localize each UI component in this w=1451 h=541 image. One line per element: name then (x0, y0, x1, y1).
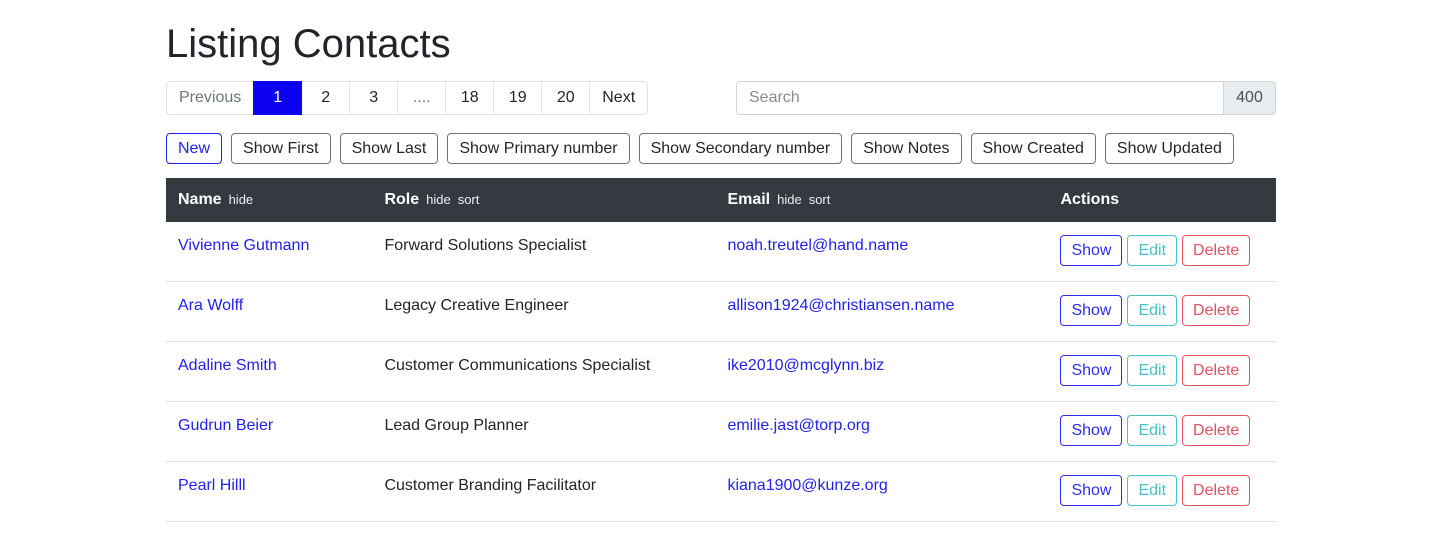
contact-email-cell: allison1924@christiansen.name (715, 282, 1048, 342)
contact-role: Legacy Creative Engineer (372, 282, 715, 342)
contact-email-link[interactable]: allison1924@christiansen.name (727, 297, 954, 314)
row-actions: ShowEditDelete (1048, 282, 1276, 342)
column-label: Role (384, 191, 419, 208)
show-button[interactable]: Show (1060, 295, 1122, 326)
top-row: Previous123....181920Next 400 (166, 81, 1276, 115)
search-count-badge: 400 (1224, 81, 1276, 115)
row-actions: ShowEditDelete (1048, 342, 1276, 402)
table-body: Vivienne Gutmann Forward Solutions Specia… (166, 222, 1276, 522)
contact-email-link[interactable]: noah.treutel@hand.name (727, 237, 908, 254)
contacts-page: Listing Contacts Previous123....181920Ne… (166, 0, 1276, 522)
pagination-item-ellipsis: .... (397, 81, 446, 115)
delete-button[interactable]: Delete (1182, 235, 1250, 266)
contact-email-cell: noah.treutel@hand.name (715, 222, 1048, 282)
contact-email-cell: ike2010@mcglynn.biz (715, 342, 1048, 402)
edit-button[interactable]: Edit (1127, 475, 1177, 506)
contact-name-cell: Pearl Hilll (166, 462, 372, 522)
column-label: Actions (1060, 191, 1119, 208)
contact-name-cell: Ara Wolff (166, 282, 372, 342)
pagination: Previous123....181920Next (166, 81, 648, 115)
show-created-button[interactable]: Show Created (971, 133, 1096, 164)
pagination-item-1[interactable]: 1 (253, 81, 302, 115)
contact-email-cell: kiana1900@kunze.org (715, 462, 1048, 522)
show-button[interactable]: Show (1060, 415, 1122, 446)
email-hide-link[interactable]: hide (777, 192, 802, 207)
pagination-item-previous: Previous (166, 81, 254, 115)
show-primary-number-button[interactable]: Show Primary number (447, 133, 629, 164)
pagination-item-next[interactable]: Next (589, 81, 648, 115)
column-header-role: Role hide sort (372, 178, 715, 222)
contact-name-cell: Adaline Smith (166, 342, 372, 402)
row-actions: ShowEditDelete (1048, 402, 1276, 462)
contact-name-cell: Gudrun Beier (166, 402, 372, 462)
contact-email-link[interactable]: emilie.jast@torp.org (727, 417, 870, 434)
contact-row: Pearl Hilll Customer Branding Facilitator… (166, 462, 1276, 522)
column-label: Name (178, 191, 222, 208)
show-notes-button[interactable]: Show Notes (851, 133, 961, 164)
column-header-name: Name hide (166, 178, 372, 222)
table-header-row: Name hide Role hide sort Email hide sort Actions (166, 178, 1276, 222)
search-group: 400 (736, 81, 1276, 115)
contact-row: Gudrun Beier Lead Group Planner emilie.jas… (166, 402, 1276, 462)
show-button[interactable]: Show (1060, 235, 1122, 266)
show-button[interactable]: Show (1060, 475, 1122, 506)
contact-name-link[interactable]: Vivienne Gutmann (178, 237, 309, 254)
contact-name-cell: Vivienne Gutmann (166, 222, 372, 282)
page-title: Listing Contacts (166, 22, 1276, 67)
contact-email-link[interactable]: ike2010@mcglynn.biz (727, 357, 884, 374)
row-actions: ShowEditDelete (1048, 222, 1276, 282)
contact-name-link[interactable]: Gudrun Beier (178, 417, 273, 434)
delete-button[interactable]: Delete (1182, 415, 1250, 446)
delete-button[interactable]: Delete (1182, 475, 1250, 506)
contact-role: Customer Communications Specialist (372, 342, 715, 402)
toolbar: New Show First Show Last Show Primary numbe… (166, 133, 1276, 164)
contact-role: Forward Solutions Specialist (372, 222, 715, 282)
column-label: Email (727, 191, 770, 208)
contact-role: Customer Branding Facilitator (372, 462, 715, 522)
show-updated-button[interactable]: Show Updated (1105, 133, 1234, 164)
edit-button[interactable]: Edit (1127, 235, 1177, 266)
edit-button[interactable]: Edit (1127, 415, 1177, 446)
new-button[interactable]: New (166, 133, 222, 164)
edit-button[interactable]: Edit (1127, 355, 1177, 386)
pagination-item-20[interactable]: 20 (541, 81, 590, 115)
show-first-button[interactable]: Show First (231, 133, 331, 164)
pagination-item-2[interactable]: 2 (301, 81, 350, 115)
contact-name-link[interactable]: Adaline Smith (178, 357, 277, 374)
contact-name-link[interactable]: Pearl Hilll (178, 477, 246, 494)
contact-name-link[interactable]: Ara Wolff (178, 297, 243, 314)
pagination-item-18[interactable]: 18 (445, 81, 494, 115)
show-secondary-number-button[interactable]: Show Secondary number (639, 133, 843, 164)
contacts-table: Name hide Role hide sort Email hide sort Actions… (166, 178, 1276, 522)
email-sort-link[interactable]: sort (809, 192, 831, 207)
delete-button[interactable]: Delete (1182, 355, 1250, 386)
contact-email-link[interactable]: kiana1900@kunze.org (727, 477, 887, 494)
role-sort-link[interactable]: sort (458, 192, 480, 207)
name-hide-link[interactable]: hide (229, 192, 254, 207)
contact-email-cell: emilie.jast@torp.org (715, 402, 1048, 462)
show-button[interactable]: Show (1060, 355, 1122, 386)
pagination-item-19[interactable]: 19 (493, 81, 542, 115)
search-input[interactable] (736, 81, 1224, 115)
show-last-button[interactable]: Show Last (340, 133, 439, 164)
column-header-actions: Actions (1048, 178, 1276, 222)
pagination-item-3[interactable]: 3 (349, 81, 398, 115)
contact-row: Adaline Smith Customer Communications Spe… (166, 342, 1276, 402)
column-header-email: Email hide sort (715, 178, 1048, 222)
contact-row: Ara Wolff Legacy Creative Engineer allison… (166, 282, 1276, 342)
row-actions: ShowEditDelete (1048, 462, 1276, 522)
role-hide-link[interactable]: hide (426, 192, 451, 207)
contact-row: Vivienne Gutmann Forward Solutions Specia… (166, 222, 1276, 282)
contact-role: Lead Group Planner (372, 402, 715, 462)
edit-button[interactable]: Edit (1127, 295, 1177, 326)
delete-button[interactable]: Delete (1182, 295, 1250, 326)
